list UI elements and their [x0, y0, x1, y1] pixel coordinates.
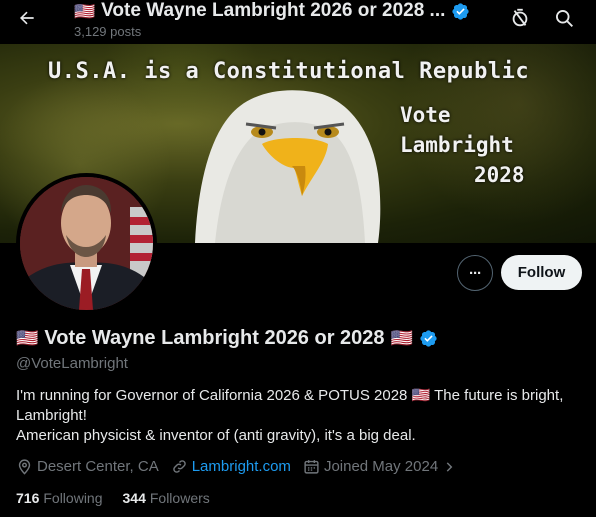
banner-vote-line1: Vote [400, 103, 451, 127]
avatar-photo [20, 177, 153, 310]
calendar-icon [304, 460, 319, 474]
following-count: 716 [16, 490, 40, 506]
followers-link[interactable]: 344 Followers [123, 490, 210, 506]
chevron-right-icon [446, 461, 453, 472]
followers-count: 344 [122, 490, 146, 506]
location-pin-icon [18, 459, 31, 475]
header-title-block: 🇺🇸 Vote Wayne Lambright 2026 or 2028 ...… [74, 0, 504, 39]
profile-bio: I'm running for Governor of California 2… [16, 386, 586, 446]
joined-text: Joined May 2024 [323, 458, 439, 475]
follow-button[interactable]: Follow [501, 255, 582, 290]
location: Desert Center, CA [16, 458, 159, 475]
back-button[interactable] [12, 5, 42, 31]
verified-badge-icon [452, 2, 470, 20]
more-options-button[interactable]: ··· [457, 255, 493, 291]
top-bar: 🇺🇸 Vote Wayne Lambright 2026 or 2028 ...… [0, 0, 596, 44]
post-count: 3,129 posts [74, 24, 142, 39]
profile-meta: Desert Center, CA Lambright.com Joined M… [16, 458, 468, 475]
follow-stats: 716 Following 344 Followers [16, 490, 210, 506]
following-label: Following [43, 490, 103, 506]
avatar[interactable] [16, 173, 157, 314]
notifications-button[interactable] [508, 6, 532, 30]
profile-name-text: Vote Wayne Lambright 2026 or 2028 [44, 327, 385, 349]
banner-headline: U.S.A. is a Constitutional Republic [48, 59, 530, 84]
verified-badge-icon[interactable] [419, 329, 438, 348]
location-text: Desert Center, CA [37, 458, 159, 475]
followers-label: Followers [149, 490, 210, 506]
banner-vote-line2: Lambright [400, 133, 514, 157]
search-icon [556, 10, 573, 27]
profile-handle: @VoteLambright [16, 355, 128, 372]
profile-name: 🇺🇸 Vote Wayne Lambright 2026 or 2028 🇺🇸 [16, 327, 438, 350]
more-options-icon: ··· [469, 264, 482, 282]
banner-vote-line3: 2028 [474, 163, 525, 187]
website: Lambright.com [171, 458, 291, 475]
link-icon [172, 460, 186, 473]
us-flag-icon: 🇺🇸 [16, 328, 39, 348]
header-title-text: Vote Wayne Lambright 2026 or 2028 ... [101, 0, 446, 21]
bio-line-1: I'm running for Governor of California 2… [16, 387, 564, 424]
us-flag-icon: 🇺🇸 [390, 328, 413, 348]
banner-vote-text: Vote Lambright 2028 [400, 100, 525, 190]
following-link[interactable]: 716 Following [16, 490, 103, 506]
us-flag-icon: 🇺🇸 [74, 1, 96, 21]
back-arrow-icon [20, 11, 34, 25]
no-notifications-icon [512, 8, 528, 27]
bio-line-2: American physicist & inventor of (anti g… [16, 427, 416, 444]
search-button[interactable] [552, 6, 576, 30]
header-title: 🇺🇸 Vote Wayne Lambright 2026 or 2028 ... [74, 0, 504, 22]
website-link[interactable]: Lambright.com [192, 458, 291, 475]
joined-date[interactable]: Joined May 2024 [303, 458, 456, 475]
